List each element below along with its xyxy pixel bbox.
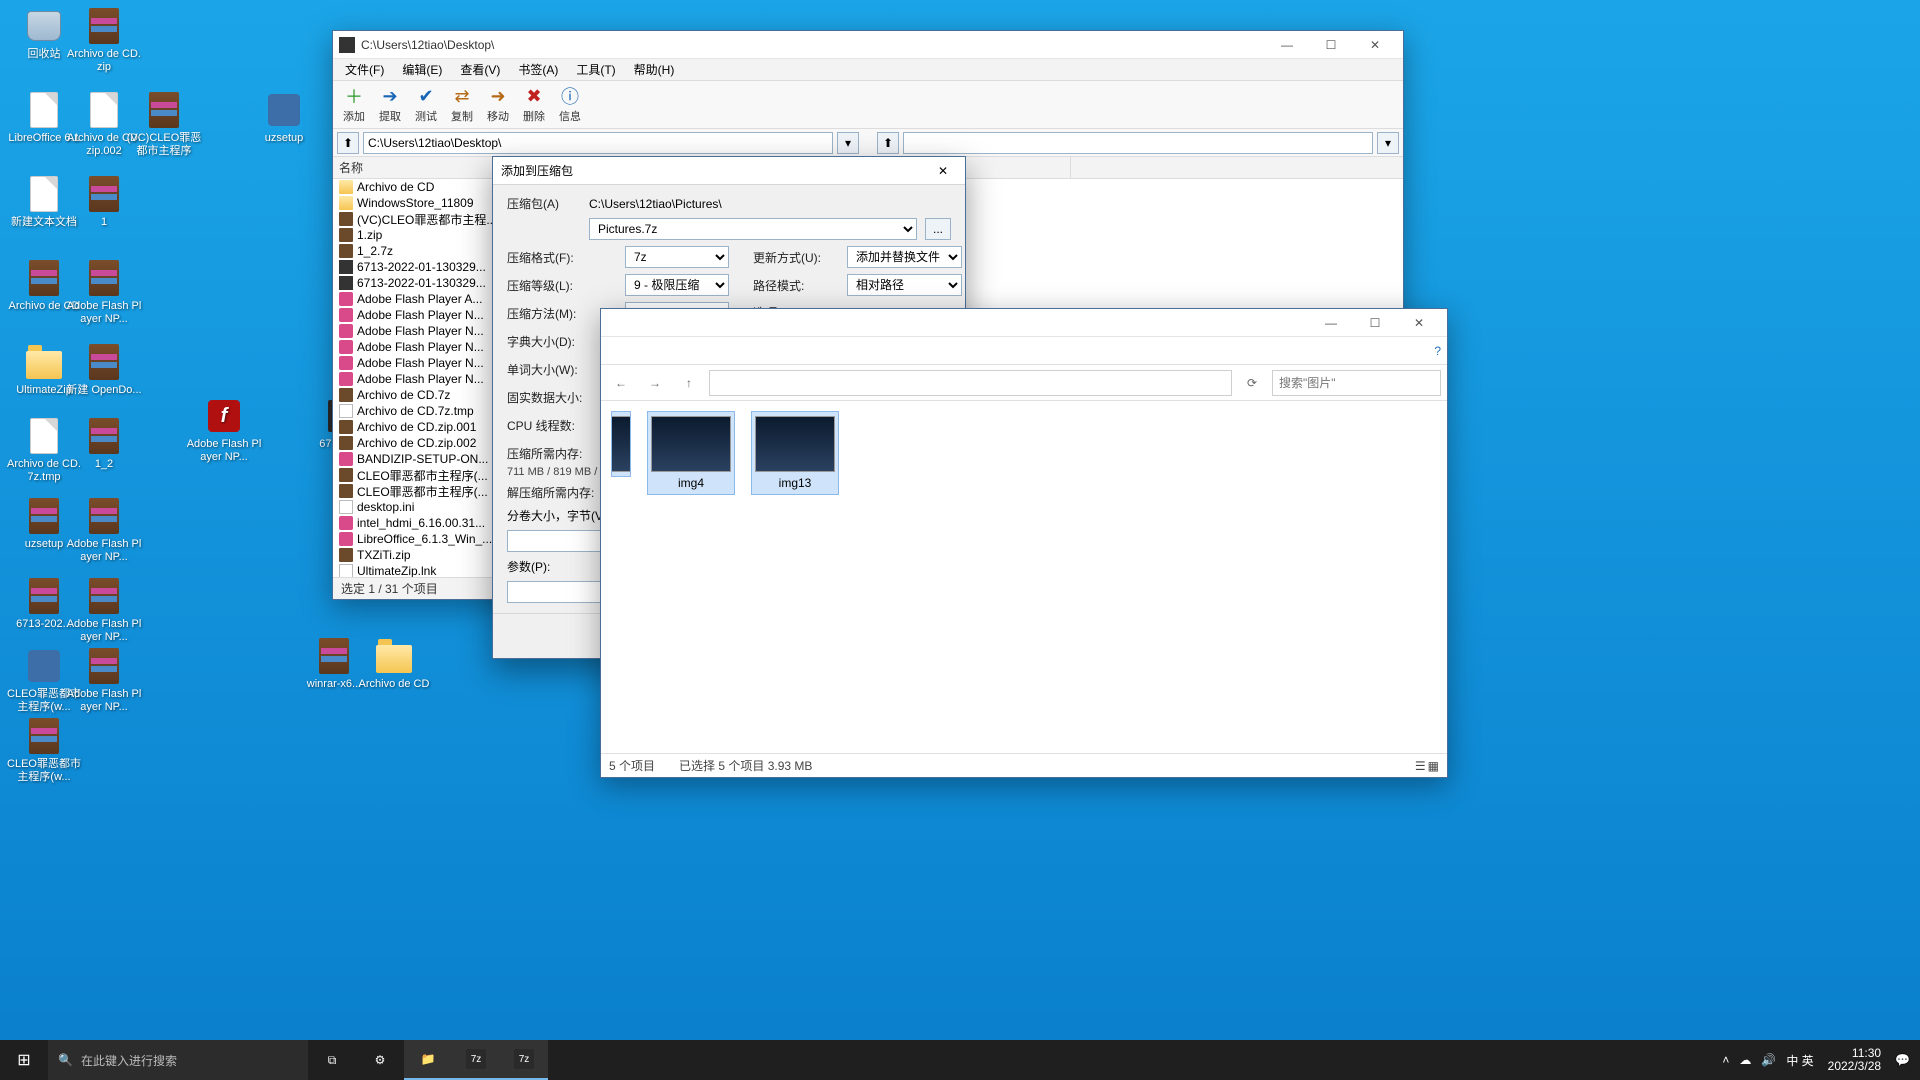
- desktop-icon[interactable]: Adobe Flash Player NP...: [66, 646, 142, 714]
- path-select[interactable]: 相对路径: [847, 274, 962, 296]
- toolbar-button[interactable]: ⇄复制: [445, 83, 479, 126]
- tray-ime[interactable]: 中 英: [1786, 1052, 1813, 1069]
- tray-onedrive-icon[interactable]: ☁: [1739, 1053, 1751, 1067]
- dialog-close-button[interactable]: ✕: [929, 164, 957, 178]
- format-select[interactable]: 7z: [625, 246, 729, 268]
- taskbar-search[interactable]: 🔍 在此键入进行搜索: [48, 1040, 308, 1080]
- address-input-right[interactable]: [903, 132, 1373, 154]
- archive-path-prefix: C:\Users\12tiao\Pictures\: [589, 197, 722, 211]
- desktop-icon[interactable]: (VC)CLEO罪恶都市主程序: [126, 90, 202, 158]
- task-7z-2[interactable]: 7z: [500, 1040, 548, 1080]
- address-bar: ⬆ ▾ ⬆ ▾: [333, 129, 1403, 157]
- toolbar: ＋添加➔提取✔测试⇄复制➜移动✖删除ⓘ信息: [333, 81, 1403, 129]
- thumbs-area[interactable]: img4 img13: [601, 401, 1447, 753]
- explorer-search-input[interactable]: [1272, 370, 1441, 396]
- up-button[interactable]: ⬆: [337, 132, 359, 154]
- desktop-icon[interactable]: 1: [66, 174, 142, 229]
- maximize-button[interactable]: ☐: [1309, 31, 1353, 59]
- task-settings[interactable]: ⚙: [356, 1040, 404, 1080]
- up-button-2[interactable]: ⬆: [877, 132, 899, 154]
- desktop-icon[interactable]: Archivo de CD.zip: [66, 6, 142, 74]
- thumb-img4[interactable]: img4: [647, 411, 735, 495]
- dropdown-button[interactable]: ▾: [837, 132, 859, 154]
- help-icon[interactable]: ?: [1434, 344, 1441, 358]
- toolbar-button[interactable]: ⓘ信息: [553, 83, 587, 126]
- task-7z-1[interactable]: 7z: [452, 1040, 500, 1080]
- desktop-icon[interactable]: Adobe Flash Player NP...: [66, 576, 142, 644]
- desktop-icon[interactable]: Adobe Flash Player NP...: [66, 496, 142, 564]
- app-icon: [339, 37, 355, 53]
- exp-items: 5 个项目: [609, 757, 655, 774]
- exp-minimize[interactable]: —: [1309, 309, 1353, 337]
- status-text: 选定 1 / 31 个项目: [341, 578, 438, 599]
- toolbar-button[interactable]: ➜移动: [481, 83, 515, 126]
- menu-item[interactable]: 工具(T): [568, 59, 623, 80]
- exp-selected: 已选择 5 个项目 3.93 MB: [679, 757, 812, 774]
- address-input[interactable]: [363, 132, 833, 154]
- archive-name-combo[interactable]: Pictures.7z: [589, 218, 917, 240]
- column-header[interactable]: 名称: [333, 157, 503, 178]
- desktop-icon[interactable]: uzsetup: [246, 90, 322, 145]
- minimize-button[interactable]: —: [1265, 31, 1309, 59]
- menu-item[interactable]: 书签(A): [510, 59, 566, 80]
- explorer-address-bar: ← → ↑ ⟳: [601, 365, 1447, 401]
- start-button[interactable]: ⊞: [0, 1040, 48, 1080]
- desktop-icon[interactable]: fAdobe Flash Player NP...: [186, 396, 262, 464]
- window-title: C:\Users\12tiao\Desktop\: [361, 38, 1265, 52]
- archive-label: 压缩包(A): [507, 195, 581, 212]
- exp-close[interactable]: ✕: [1397, 309, 1441, 337]
- task-explorer[interactable]: 📁: [404, 1040, 452, 1080]
- level-select[interactable]: 9 - 极限压缩: [625, 274, 729, 296]
- up-icon[interactable]: ↑: [675, 369, 703, 397]
- titlebar: C:\Users\12tiao\Desktop\ — ☐ ✕: [333, 31, 1403, 59]
- menu-item[interactable]: 帮助(H): [626, 59, 683, 80]
- back-icon[interactable]: ←: [607, 369, 635, 397]
- menubar: 文件(F)编辑(E)查看(V)书签(A)工具(T)帮助(H): [333, 59, 1403, 81]
- browse-button[interactable]: ...: [925, 218, 951, 240]
- thumb-partial[interactable]: [611, 411, 631, 477]
- task-view-button[interactable]: ⧉: [308, 1040, 356, 1080]
- update-select[interactable]: 添加并替换文件: [847, 246, 962, 268]
- tray-notifications-icon[interactable]: 💬: [1895, 1053, 1910, 1067]
- exp-maximize[interactable]: ☐: [1353, 309, 1397, 337]
- view-thumbs-icon[interactable]: ▦: [1428, 759, 1439, 773]
- desktop-icon[interactable]: Adobe Flash Player NP...: [66, 258, 142, 326]
- menu-item[interactable]: 查看(V): [452, 59, 508, 80]
- forward-icon[interactable]: →: [641, 369, 669, 397]
- menu-item[interactable]: 编辑(E): [394, 59, 450, 80]
- desktop-icon[interactable]: 1_2: [66, 416, 142, 471]
- toolbar-button[interactable]: ➔提取: [373, 83, 407, 126]
- refresh-icon[interactable]: ⟳: [1238, 369, 1266, 397]
- dropdown-button-2[interactable]: ▾: [1377, 132, 1399, 154]
- tray-chevron-icon[interactable]: ˄: [1722, 1053, 1729, 1067]
- desktop-icon[interactable]: CLEO罪恶都市主程序(w...: [6, 716, 82, 784]
- tray-volume-icon[interactable]: 🔊: [1761, 1053, 1776, 1067]
- toolbar-button[interactable]: ✔测试: [409, 83, 443, 126]
- close-button[interactable]: ✕: [1353, 31, 1397, 59]
- search-placeholder: 在此键入进行搜索: [81, 1052, 177, 1069]
- view-details-icon[interactable]: ☰: [1415, 759, 1426, 773]
- taskbar-clock[interactable]: 11:30 2022/3/28: [1824, 1047, 1885, 1073]
- explorer-window: — ☐ ✕ ? ← → ↑ ⟳ img4 img13 5 个项目 已选择 5 个…: [600, 308, 1448, 778]
- search-icon: 🔍: [58, 1053, 73, 1067]
- taskbar: ⊞ 🔍 在此键入进行搜索 ⧉ ⚙ 📁 7z 7z ˄ ☁ 🔊 中 英 11:30…: [0, 1040, 1920, 1080]
- explorer-statusbar: 5 个项目 已选择 5 个项目 3.93 MB ☰ ▦: [601, 753, 1447, 777]
- toolbar-button[interactable]: ＋添加: [337, 83, 371, 126]
- thumb-img13[interactable]: img13: [751, 411, 839, 495]
- desktop-icon[interactable]: 新建 OpenDo...: [66, 342, 142, 397]
- dialog-titlebar: 添加到压缩包 ✕: [493, 157, 965, 185]
- menu-item[interactable]: 文件(F): [337, 59, 392, 80]
- explorer-path-input[interactable]: [709, 370, 1232, 396]
- dialog-title: 添加到压缩包: [501, 162, 929, 179]
- desktop-icon[interactable]: Archivo de CD: [356, 636, 432, 691]
- systray: ˄ ☁ 🔊 中 英 11:30 2022/3/28 💬: [1712, 1040, 1920, 1080]
- toolbar-button[interactable]: ✖删除: [517, 83, 551, 126]
